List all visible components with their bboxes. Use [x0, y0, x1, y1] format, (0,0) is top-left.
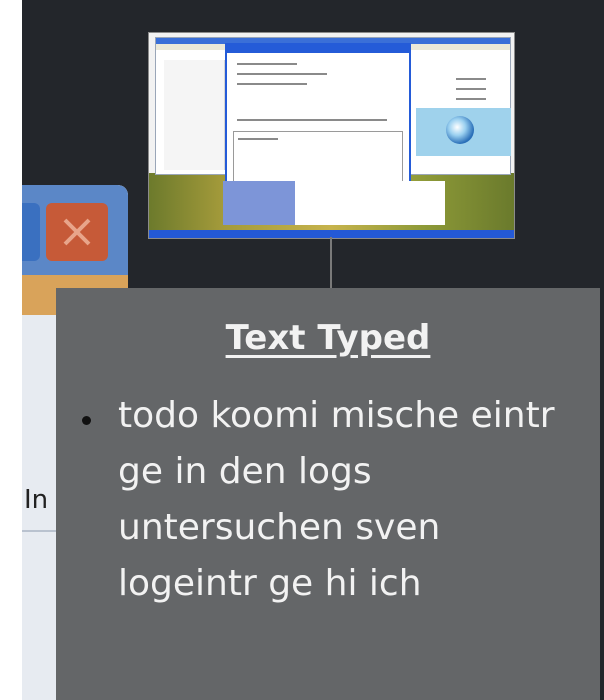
- thumbnail-line: [456, 78, 486, 80]
- thumbnail-blank-block: [295, 181, 445, 225]
- thumbnail-sidebar: [164, 60, 225, 170]
- typed-text-item: todo koomi mische eintr ge in den logs u…: [118, 395, 555, 604]
- thumbnail-line: [237, 73, 327, 75]
- connector-line: [330, 237, 332, 289]
- thumbnail-line: [237, 63, 297, 65]
- bullet-icon: [82, 416, 91, 425]
- maximize-button[interactable]: [22, 203, 40, 261]
- screenshot-thumbnail[interactable]: [148, 32, 515, 239]
- close-button[interactable]: [46, 203, 108, 261]
- thumbnail-dialog-titlebar: [227, 45, 409, 53]
- thumbnail-selection-block: [223, 181, 295, 225]
- text-typed-panel: Text Typed todo koomi mische eintr ge in…: [56, 288, 600, 700]
- thumbnail-line: [456, 88, 486, 90]
- thumbnail-app-icon: [446, 116, 474, 144]
- thumbnail-line: [456, 98, 486, 100]
- close-icon: [63, 218, 91, 246]
- window-titlebar[interactable]: [22, 185, 128, 275]
- thumbnail-line: [237, 119, 387, 121]
- thumbnail-line: [238, 138, 278, 140]
- thumbnail-line: [237, 83, 307, 85]
- panel-title: Text Typed: [225, 318, 431, 358]
- window-partial-text: In: [24, 485, 49, 515]
